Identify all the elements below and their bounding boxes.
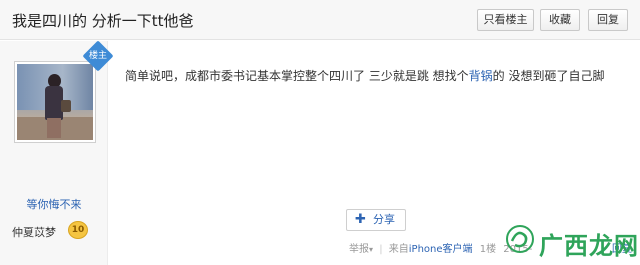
author-sidebar: 等你悔不来 仲夏苡梦 10	[0, 41, 108, 265]
author-level: 仲夏苡梦 10	[12, 221, 100, 241]
thread-title: 我是四川的 分析一下tt他爸	[12, 12, 194, 30]
source-prefix: 来自	[388, 244, 409, 255]
post-text-1: 简单说吧，成都市委书记基本掌控整个四川了 三少就是跳 想找个	[125, 69, 469, 83]
only-op-button[interactable]: 只看楼主	[477, 9, 534, 31]
thread-header: 我是四川的 分析一下tt他爸 只看楼主 收藏 回复	[0, 0, 640, 40]
dragon-logo-icon	[506, 225, 534, 253]
floor-number: 1楼	[479, 244, 497, 255]
author-username[interactable]: 等你悔不来	[0, 196, 108, 212]
plus-icon: ✚	[355, 212, 366, 227]
source-client-link[interactable]: iPhone客户端	[409, 240, 473, 255]
op-badge: 楼主	[82, 40, 114, 72]
level-badge[interactable]: 10	[68, 221, 88, 239]
op-badge-label: 楼主	[88, 51, 107, 61]
post-text-2: 的 没想到砸了自己脚	[492, 69, 605, 83]
post-content: 简单说吧，成都市委书记基本掌控整个四川了 三少就是跳 想找个背锅的 没想到砸了自…	[125, 67, 625, 84]
chevron-down-icon: ▾	[369, 245, 374, 254]
reply-button[interactable]: 回复	[588, 9, 628, 31]
watermark-logo: 广西龙网	[505, 222, 639, 260]
share-button[interactable]: ✚ 分享	[346, 209, 406, 231]
report-link[interactable]: 举报▾	[349, 240, 373, 255]
avatar[interactable]	[14, 61, 96, 143]
share-label: 分享	[373, 213, 395, 226]
avatar-image	[17, 64, 93, 140]
level-name[interactable]: 仲夏苡梦	[12, 224, 56, 240]
post-keyword-link[interactable]: 背锅	[469, 69, 493, 83]
watermark-text: 广西龙网	[539, 232, 639, 260]
favorite-button[interactable]: 收藏	[540, 9, 580, 31]
divider: |	[379, 244, 383, 255]
